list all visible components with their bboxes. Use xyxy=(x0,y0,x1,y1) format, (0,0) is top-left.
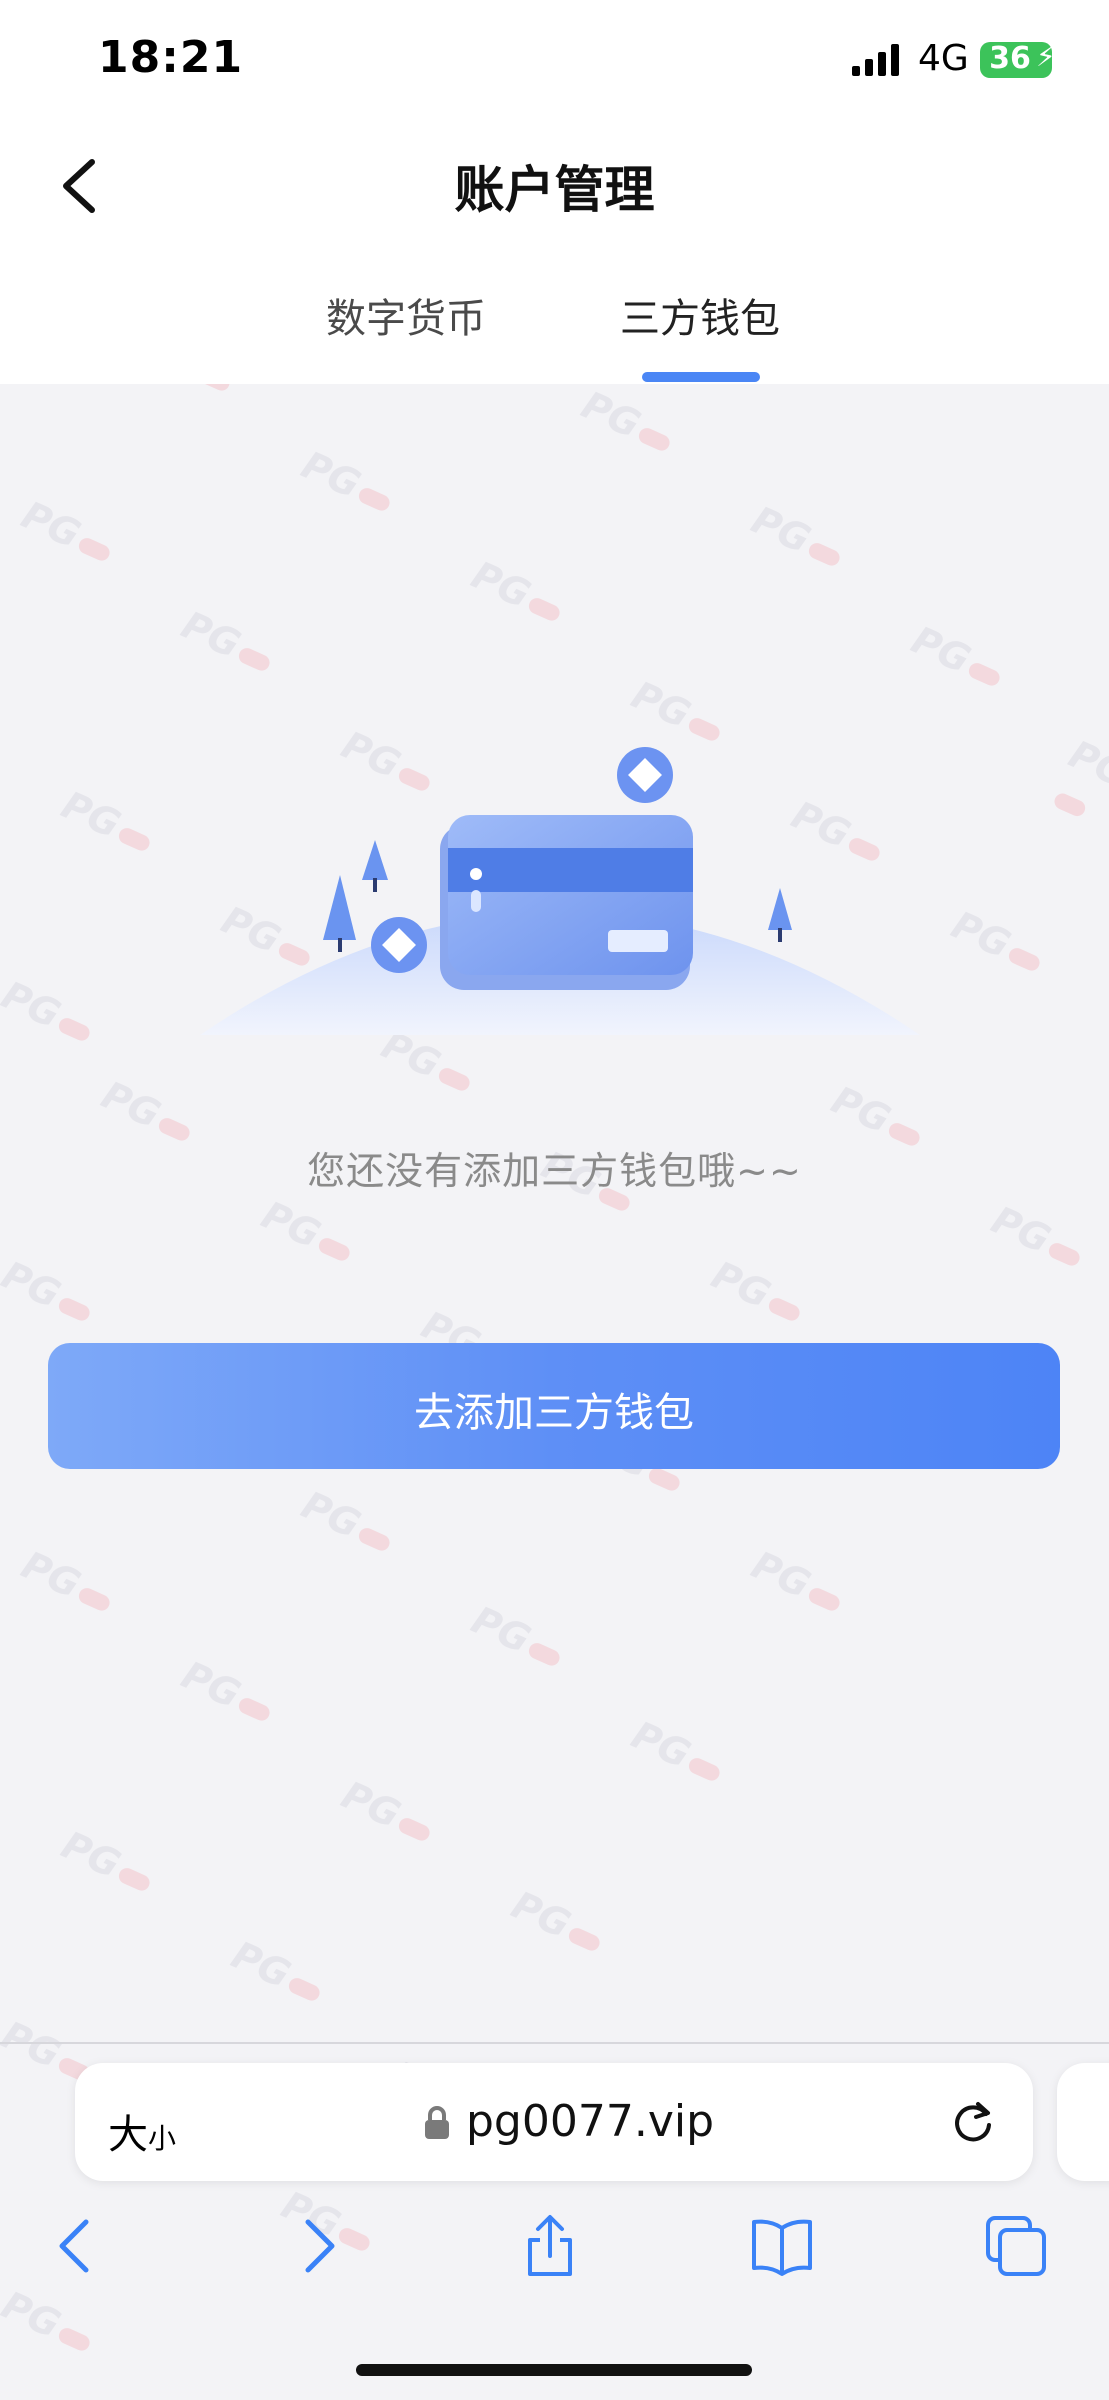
watermark: PG xyxy=(55,783,160,862)
active-tab-indicator xyxy=(642,372,760,382)
watermark: PG xyxy=(15,1543,120,1622)
browser-back-icon[interactable] xyxy=(46,2214,110,2278)
watermark: PG xyxy=(0,973,100,1052)
page-title: 账户管理 xyxy=(454,161,655,219)
watermark: PG xyxy=(0,1253,100,1332)
watermark: PG xyxy=(745,1543,850,1622)
add-wallet-button-label[interactable]: 去添加三方钱包 xyxy=(48,1380,1060,1438)
watermark: PG xyxy=(465,1598,570,1677)
watermark: PG xyxy=(575,383,680,462)
watermark: PG xyxy=(15,493,120,572)
status-time: 18:21 xyxy=(98,32,244,83)
text-size-large-label: 大 xyxy=(108,2112,148,2158)
browser-forward-icon[interactable] xyxy=(284,2214,348,2278)
text-size-button[interactable]: 大小 xyxy=(108,2102,176,2160)
next-tab-preview[interactable] xyxy=(1057,2063,1109,2181)
watermark: PG xyxy=(295,1483,400,1562)
tabs-icon[interactable] xyxy=(984,2214,1048,2278)
empty-state-message: 您还没有添加三方钱包哦~~ xyxy=(307,1149,802,1193)
empty-wallet-illustration xyxy=(200,747,920,1035)
battery-level: 36 xyxy=(989,41,1031,76)
url-text[interactable]: pg0077.vip xyxy=(466,2096,714,2147)
tab-third-party-wallet[interactable]: 三方钱包 xyxy=(620,286,780,344)
watermark: PG xyxy=(175,603,280,682)
home-indicator xyxy=(356,2364,752,2376)
reload-icon[interactable] xyxy=(948,2098,998,2148)
watermark: PG xyxy=(505,1883,610,1962)
watermark: PG xyxy=(0,2283,100,2362)
watermark: PG xyxy=(1045,732,1109,836)
watermark: PG xyxy=(705,1253,810,1332)
tree-icon xyxy=(768,888,792,942)
watermark: PG xyxy=(625,1713,730,1792)
signal-icon xyxy=(852,44,899,76)
watermark: PG xyxy=(905,618,1010,697)
watermark: PG xyxy=(255,1193,360,1272)
tree-icon xyxy=(323,875,356,952)
watermark: PG xyxy=(175,1653,280,1732)
tree-icon xyxy=(362,840,388,892)
bookmarks-icon[interactable] xyxy=(750,2214,814,2278)
text-size-small-label: 小 xyxy=(148,2122,177,2155)
watermark: PG xyxy=(225,1933,330,2012)
watermark: PG xyxy=(745,498,850,577)
watermark: PG xyxy=(465,553,570,632)
browser-divider xyxy=(0,2042,1109,2044)
watermark: PG xyxy=(985,1198,1090,1277)
charging-bolt-icon: ⚡ xyxy=(1036,40,1056,73)
network-label: 4G xyxy=(918,38,969,79)
watermark: PG xyxy=(295,443,400,522)
watermark: PG xyxy=(335,1773,440,1852)
watermark: PG xyxy=(55,1823,160,1902)
lock-icon xyxy=(425,2106,449,2139)
share-icon[interactable] xyxy=(518,2214,582,2278)
tab-digital-currency[interactable]: 数字货币 xyxy=(326,286,486,344)
watermark: PG xyxy=(945,903,1050,982)
